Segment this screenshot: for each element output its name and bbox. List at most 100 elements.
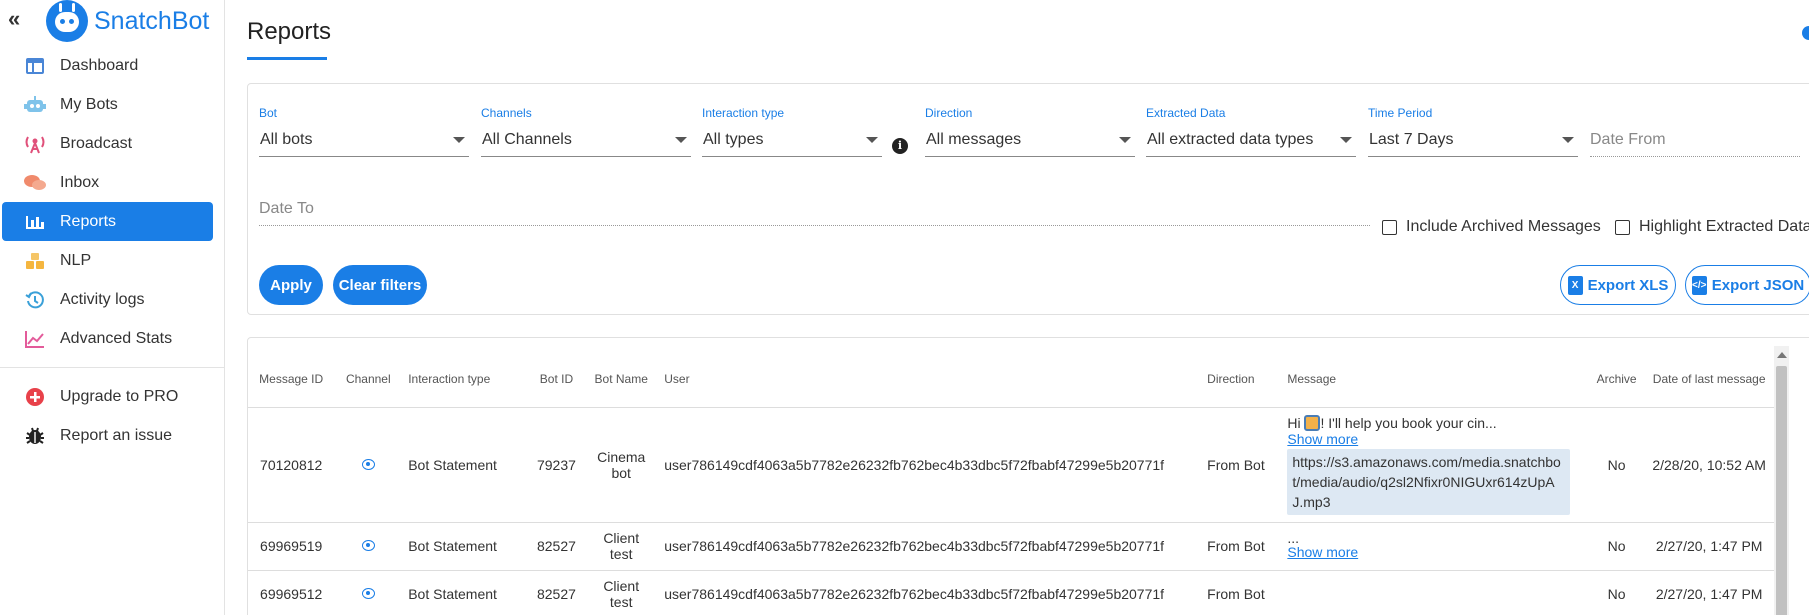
col-header-direction[interactable]: Direction — [1201, 351, 1282, 408]
cell-user: user786149cdf4063a5b7782e26232fb762bec4b… — [658, 522, 1202, 571]
col-header-bot-id[interactable]: Bot ID — [528, 351, 585, 408]
sidebar: « SnatchBot Dashboard My Bots Broadcast … — [0, 0, 225, 615]
extracted-data-filter-label: Extracted Data — [1146, 106, 1226, 120]
cell-interaction-type: Bot Statement — [402, 407, 529, 523]
col-header-archive[interactable]: Archive — [1589, 351, 1644, 408]
date-to-field[interactable]: Date To — [259, 200, 1370, 226]
extracted-data-filter: Extracted Data All extracted data types — [1146, 106, 1356, 157]
chevron-down-icon — [453, 137, 465, 143]
include-archived-label: Include Archived Messages — [1406, 218, 1601, 235]
interaction-type-filter-label: Interaction type — [702, 106, 785, 120]
col-header-message-id[interactable]: Message ID — [248, 351, 335, 408]
cell-bot-name: Client test — [584, 522, 659, 571]
time-period-select[interactable]: Last 7 Days — [1368, 131, 1578, 157]
snatchbot-logo — [46, 0, 88, 42]
export-xls-button[interactable]: X Export XLS — [1560, 265, 1676, 305]
sidebar-item-broadcast[interactable]: Broadcast — [2, 124, 213, 163]
cell-archive: No — [1589, 522, 1644, 571]
bot-select-value: All bots — [260, 131, 313, 148]
col-header-bot-name[interactable]: Bot Name — [584, 351, 659, 408]
sidebar-item-inbox[interactable]: Inbox — [2, 163, 213, 202]
direction-select[interactable]: All messages — [925, 131, 1135, 157]
direction-filter-label: Direction — [925, 106, 973, 120]
cell-message-id: 69969519 — [248, 522, 335, 571]
direction-filter: Direction All messages — [925, 106, 1135, 157]
robot-icon — [24, 94, 46, 116]
cell-date: 2/27/20, 1:47 PM — [1643, 570, 1775, 615]
cell-user: user786149cdf4063a5b7782e26232fb762bec4b… — [658, 570, 1202, 615]
show-more-link[interactable]: Show more — [1287, 431, 1583, 447]
scroll-up-arrow-icon[interactable] — [1777, 352, 1787, 358]
date-from-field[interactable]: Date From — [1590, 131, 1800, 157]
table-scrollbar[interactable] — [1774, 346, 1789, 615]
include-archived-checkbox[interactable]: Include Archived Messages — [1382, 218, 1601, 236]
clear-filters-button[interactable]: Clear filters — [333, 265, 427, 305]
highlight-extracted-label: Highlight Extracted Data — [1639, 218, 1809, 235]
help-icon[interactable] — [1802, 26, 1809, 40]
cell-bot-id: 79237 — [528, 407, 585, 523]
table-row[interactable]: 70120812 Bot Statement 79237 Cinema bot … — [248, 407, 1775, 523]
chevron-down-icon — [1562, 137, 1574, 143]
audio-attachment-link[interactable]: https://s3.amazonaws.com/media.snatchbot… — [1287, 448, 1571, 515]
cell-message: Hi ! I'll help you book your cin... Show… — [1281, 407, 1590, 523]
show-more-link[interactable]: Show more — [1287, 544, 1583, 560]
sidebar-item-activity-logs[interactable]: Activity logs — [2, 280, 213, 319]
scrollbar-thumb[interactable] — [1776, 366, 1787, 615]
message-text: Hi ! I'll help you book your cin... — [1287, 414, 1583, 431]
cell-bot-id: 82527 — [528, 522, 585, 571]
extracted-data-select[interactable]: All extracted data types — [1146, 131, 1356, 157]
checkbox-box[interactable] — [1382, 219, 1397, 235]
cell-message: ... Show more — [1281, 522, 1590, 571]
cell-user: user786149cdf4063a5b7782e26232fb762bec4b… — [658, 407, 1202, 523]
bot-filter-label: Bot — [259, 106, 278, 120]
channels-select-value: All Channels — [482, 131, 572, 148]
sidebar-item-nlp[interactable]: NLP — [2, 241, 213, 280]
sidebar-item-label: Dashboard — [60, 56, 139, 74]
sidebar-item-my-bots[interactable]: My Bots — [2, 85, 213, 124]
channels-filter-label: Channels — [481, 106, 532, 120]
sidebar-item-dashboard[interactable]: Dashboard — [2, 46, 213, 85]
cell-interaction-type: Bot Statement — [402, 522, 529, 571]
col-header-channel[interactable]: Channel — [334, 351, 403, 408]
apply-button[interactable]: Apply — [259, 265, 323, 305]
sidebar-item-label: Broadcast — [60, 134, 133, 152]
interaction-type-select-value: All types — [703, 131, 764, 148]
history-icon — [24, 289, 46, 311]
table-header-row: Message ID Channel Interaction type Bot … — [248, 351, 1775, 408]
table-row[interactable]: 69969512 Bot Statement 82527 Client test… — [248, 570, 1775, 615]
export-json-button[interactable]: </> Export JSON — [1685, 265, 1809, 305]
interaction-type-select[interactable]: All types — [702, 131, 882, 157]
web-channel-icon — [361, 588, 375, 599]
col-header-message[interactable]: Message — [1281, 351, 1590, 408]
filters-panel: Bot All bots Channels All Channels Inter… — [247, 83, 1809, 315]
channels-select[interactable]: All Channels — [481, 131, 691, 157]
col-header-user[interactable]: User — [658, 351, 1202, 408]
bot-select[interactable]: All bots — [259, 131, 469, 157]
dashboard-icon — [24, 55, 46, 77]
sidebar-item-advanced-stats[interactable]: Advanced Stats — [2, 319, 213, 358]
cell-message-id: 69969512 — [248, 570, 335, 615]
collapse-sidebar-icon[interactable]: « — [8, 8, 28, 32]
nav-divider — [0, 367, 225, 368]
sidebar-item-label: NLP — [60, 251, 92, 269]
sidebar-item-upgrade[interactable]: Upgrade to PRO — [2, 377, 213, 416]
info-icon[interactable]: i — [892, 138, 908, 154]
page-title-underline — [247, 57, 327, 60]
sidebar-item-report-issue[interactable]: Report an issue — [2, 416, 213, 455]
brand[interactable]: SnatchBot — [46, 0, 209, 42]
sidebar-item-label: My Bots — [60, 95, 118, 113]
highlight-extracted-checkbox[interactable]: Highlight Extracted Data — [1615, 218, 1809, 236]
sidebar-item-reports[interactable]: Reports — [2, 202, 213, 241]
checkbox-box[interactable] — [1615, 219, 1630, 235]
page-title: Reports — [247, 18, 332, 45]
bug-icon — [24, 425, 46, 447]
col-header-date[interactable]: Date of last message — [1643, 351, 1775, 408]
sidebar-item-label: Activity logs — [60, 290, 145, 308]
cell-direction: From Bot — [1201, 570, 1282, 615]
export-json-label: Export JSON — [1711, 276, 1805, 294]
extracted-data-select-value: All extracted data types — [1147, 131, 1314, 148]
col-header-interaction-type[interactable]: Interaction type — [402, 351, 529, 408]
excel-file-icon: X — [1567, 275, 1583, 295]
table-row[interactable]: 69969519 Bot Statement 82527 Client test… — [248, 522, 1775, 571]
nlp-icon — [24, 250, 46, 272]
